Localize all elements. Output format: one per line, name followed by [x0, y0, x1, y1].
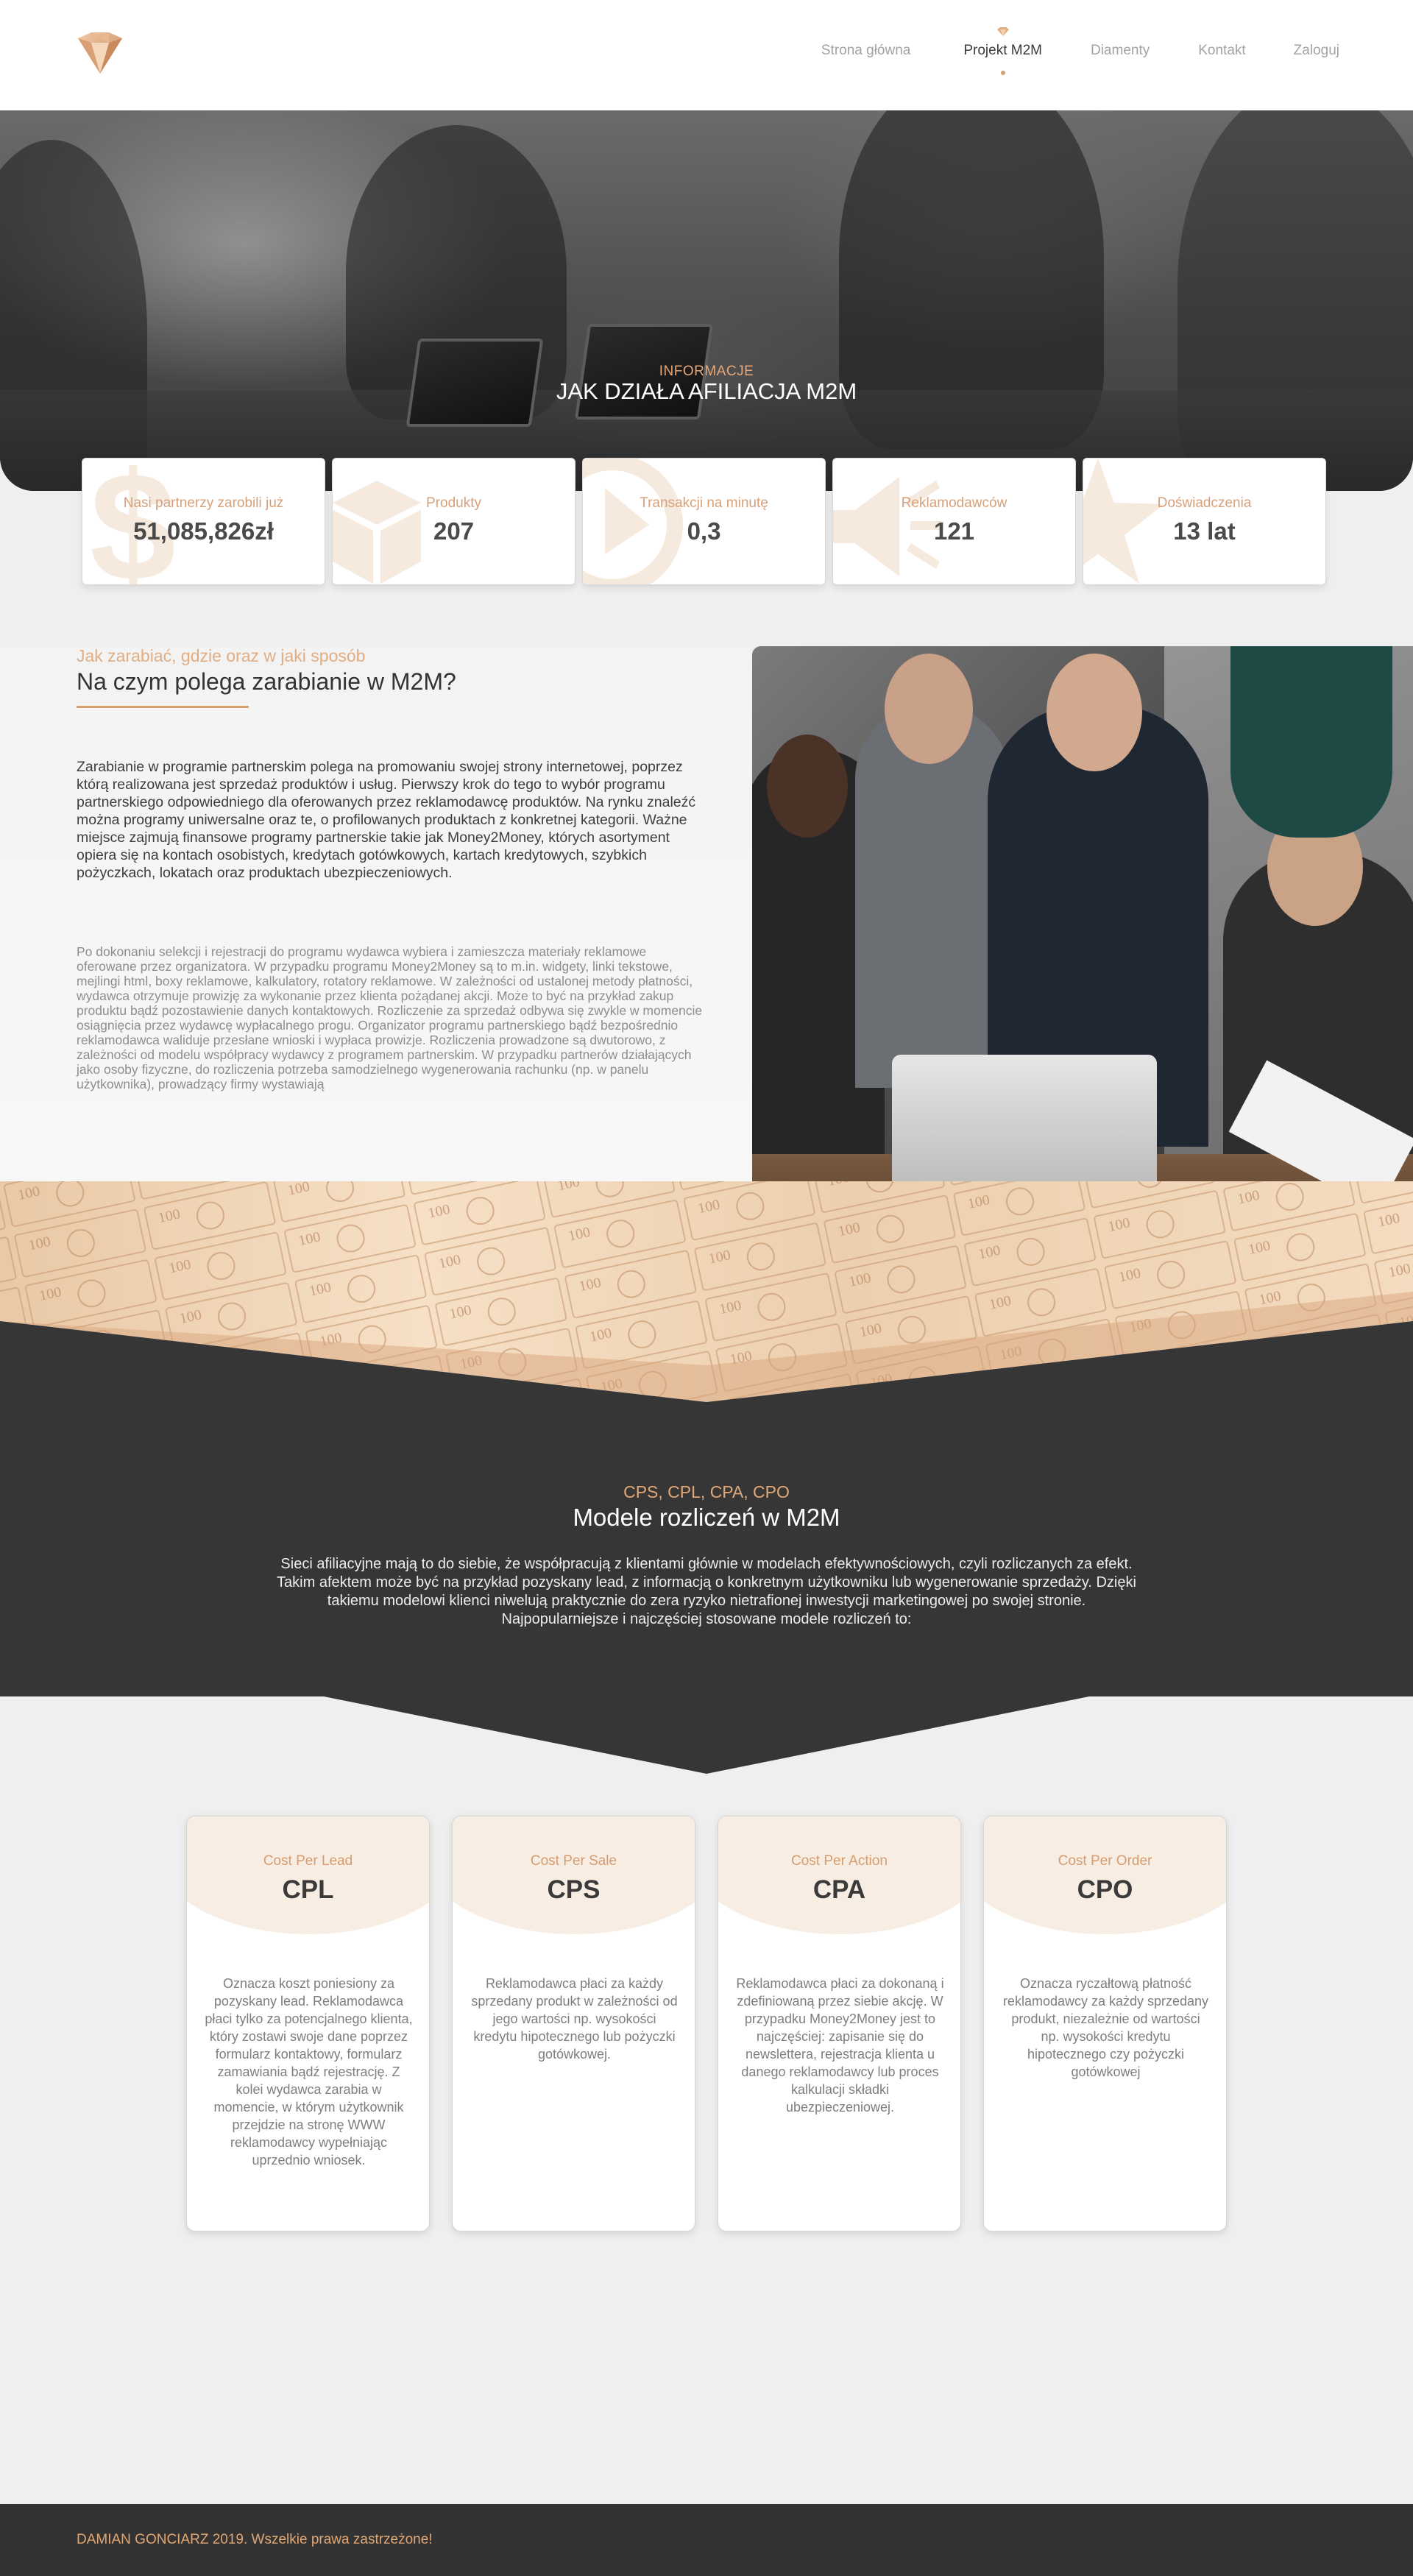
stat-card: Produkty 207 [332, 458, 576, 585]
model-card-cpa: Cost Per Action CPA Reklamodawca płaci z… [718, 1816, 961, 2232]
stat-card: $ Nasi partnerzy zarobili już 51,085,826… [82, 458, 325, 585]
models-title: Modele rozliczeń w M2M [573, 1504, 840, 1531]
model-description: Oznacza ryczałtową płatność reklamodawcy… [1002, 1976, 1209, 2079]
top-navbar: Strona główna Projekt M2M Diamenty Konta… [0, 0, 1413, 110]
stat-value: 121 [933, 517, 975, 545]
footer: DAMIAN GONCIARZ 2019. Wszelkie prawa zas… [0, 2504, 1413, 2576]
photo-person-face [767, 735, 848, 838]
about-title: Na czym polega zarabianie w M2M? [77, 668, 456, 695]
about-paragraph: Zarabianie w programie partnerskim poleg… [77, 759, 696, 881]
photo-person-face [885, 654, 973, 764]
model-abbr: CPA [812, 1875, 866, 1904]
stat-label: Reklamodawców [901, 495, 1007, 511]
stat-value: 13 lat [1173, 517, 1236, 545]
model-abbr: CPL [282, 1875, 334, 1904]
hero-kicker: INFORMACJE [659, 364, 754, 379]
main-nav: Strona główna Projekt M2M Diamenty Konta… [821, 27, 1339, 75]
photo-person-face [1047, 654, 1142, 771]
diamond-icon [996, 27, 1009, 36]
stat-value: 51,085,826zł [133, 517, 274, 545]
stat-label: Nasi partnerzy zarobili już [123, 495, 284, 511]
model-description: Reklamodawca płaci za każdy sprzedany pr… [471, 1976, 678, 2062]
model-subtitle: Cost Per Lead [263, 1853, 353, 1869]
models-kicker: CPS, CPL, CPA, CPO [623, 1482, 790, 1501]
diamond-logo-icon[interactable] [74, 28, 127, 81]
hero-banner: INFORMACJE JAK DZIAŁA AFILIACJA M2M [0, 110, 1413, 491]
model-card-cpl: Cost Per Lead CPL Oznacza koszt poniesio… [186, 1816, 430, 2232]
model-abbr: CPO [1077, 1875, 1133, 1904]
model-description: Reklamodawca płaci za dokonaną i zdefini… [736, 1976, 944, 2115]
model-card-cpo: Cost Per Order CPO Oznacza ryczałtową pł… [983, 1816, 1227, 2232]
stat-value: 0,3 [687, 517, 721, 545]
hero-title: JAK DZIAŁA AFILIACJA M2M [556, 378, 857, 404]
stat-label: Transakcji na minutę [640, 495, 768, 511]
model-subtitle: Cost Per Sale [530, 1853, 617, 1869]
stat-card: Doświadczenia 13 lat [1083, 458, 1326, 585]
nav-item-kontakt[interactable]: Kontakt [1198, 43, 1245, 59]
model-card-cps: Cost Per Sale CPS Reklamodawca płaci za … [452, 1816, 695, 2232]
copyright-text: DAMIAN GONCIARZ 2019. Wszelkie prawa zas… [77, 2532, 433, 2547]
about-kicker: Jak zarabiać, gdzie oraz w jaki sposób [77, 646, 366, 665]
about-paragraph: Po dokonaniu selekcji i rejestracji do p… [77, 944, 703, 1091]
nav-item-label: Projekt M2M [963, 43, 1042, 58]
nav-item-diamenty[interactable]: Diamenty [1091, 43, 1150, 59]
nav-item-home[interactable]: Strona główna [821, 43, 910, 59]
stat-value: 207 [433, 517, 475, 545]
meeting-photo [752, 646, 1413, 1257]
stat-label: Produkty [426, 495, 481, 511]
stat-label: Doświadczenia [1157, 495, 1252, 511]
title-underline [77, 706, 249, 708]
model-subtitle: Cost Per Action [791, 1853, 888, 1869]
nav-item-zaloguj[interactable]: Zaloguj [1294, 43, 1339, 59]
nav-item-projekt-m2m[interactable]: Projekt M2M [963, 27, 1042, 75]
models-description: Sieci afiliacyjne mają to do siebie, że … [277, 1556, 1136, 1627]
model-description: Oznacza koszt poniesiony za pozyskany le… [205, 1976, 413, 2168]
model-abbr: CPS [547, 1875, 601, 1904]
stat-card: Transakcji na minutę 0,3 [582, 458, 826, 585]
photo-person [1230, 646, 1392, 838]
model-subtitle: Cost Per Order [1058, 1853, 1152, 1869]
dark-section-bg [0, 1321, 1413, 1774]
active-dot-indicator [1000, 71, 1005, 75]
stat-card: Reklamodawców 121 [832, 458, 1076, 585]
